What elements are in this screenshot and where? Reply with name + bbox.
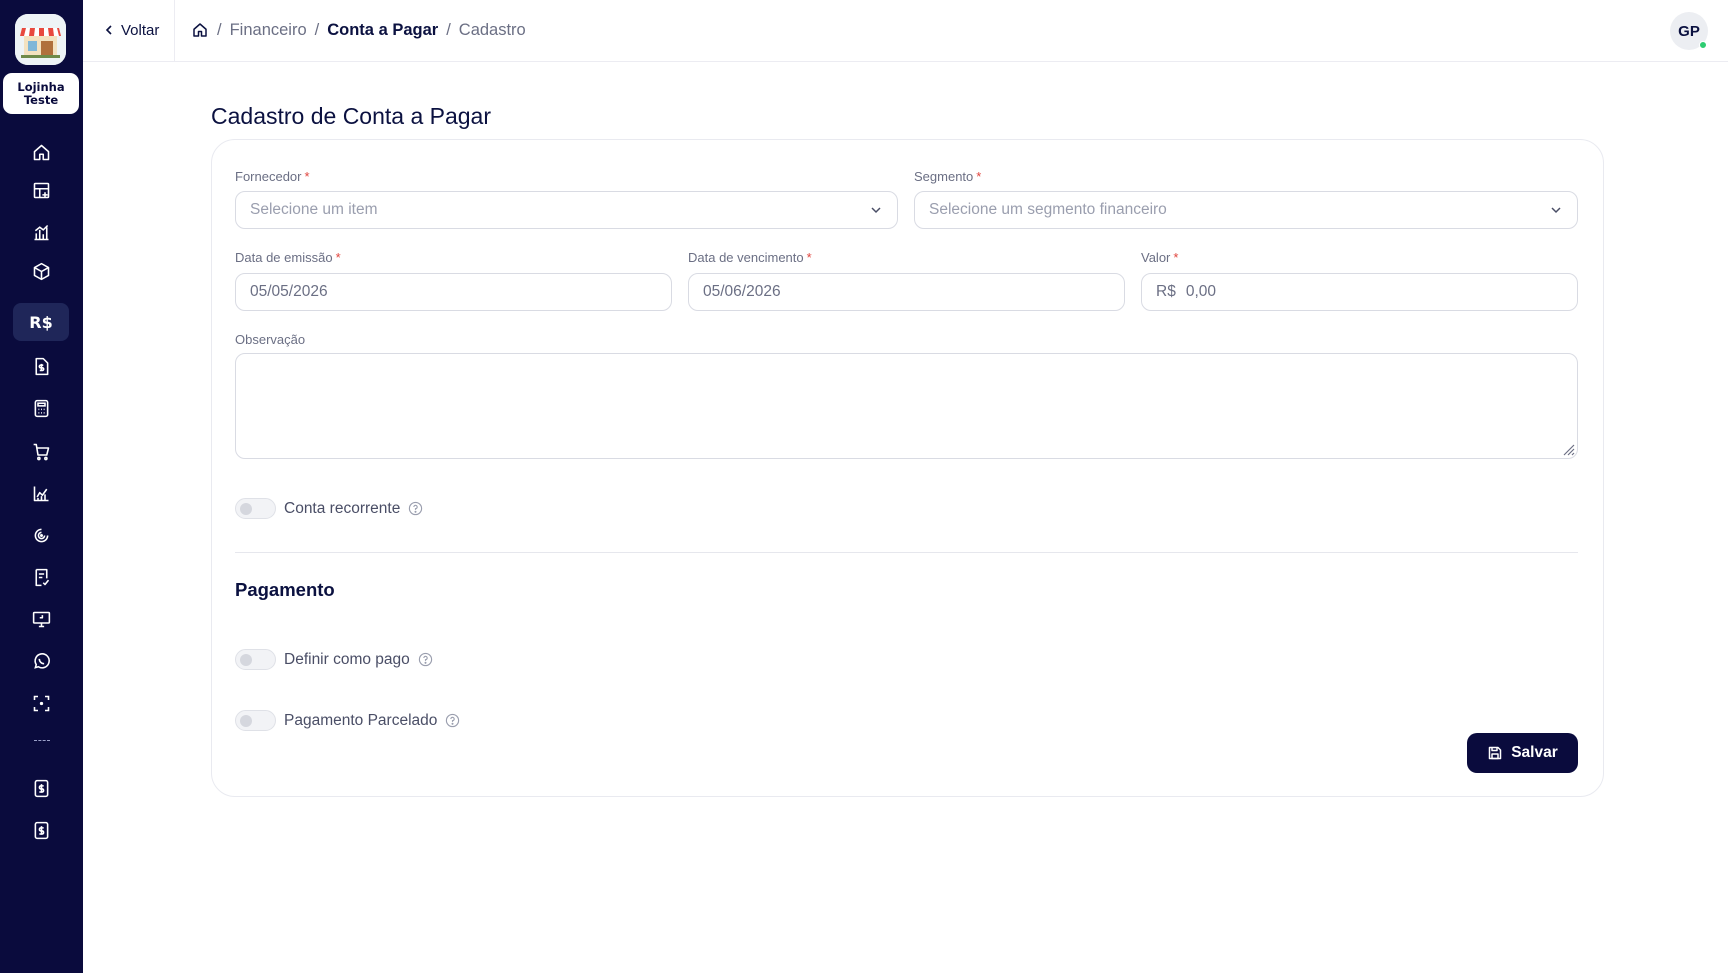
save-button[interactable]: Salvar: [1467, 733, 1578, 773]
avatar[interactable]: GP: [1670, 12, 1708, 50]
dollar-doc-icon: [34, 779, 48, 797]
nav-dollar-doc-alt[interactable]: [13, 811, 69, 849]
page-title: Cadastro de Conta a Pagar: [211, 103, 492, 129]
money-icon: R$: [29, 312, 53, 332]
monitor-icon: [32, 611, 50, 627]
nav-goals[interactable]: [13, 516, 69, 554]
chevron-down-icon: [871, 207, 881, 214]
parcelado-label: Pagamento Parcelado: [284, 711, 438, 729]
resize-grip-icon[interactable]: [1561, 442, 1575, 456]
data-emissao-input[interactable]: 05/05/2026: [235, 273, 672, 311]
data-vencimento-value: 05/06/2026: [703, 283, 781, 300]
help-icon[interactable]: [408, 501, 423, 516]
fornecedor-placeholder: Selecione um item: [250, 201, 378, 218]
nav-calculator[interactable]: [13, 389, 69, 427]
form-card: [211, 139, 1604, 797]
definir-pago-row: Definir como pago: [235, 649, 433, 670]
valor-prefix: R$: [1156, 283, 1176, 300]
nav-separator: [34, 740, 50, 741]
section-divider: [235, 552, 1578, 553]
back-button[interactable]: Voltar: [103, 18, 159, 42]
home-icon[interactable]: [191, 21, 209, 39]
store-name-line2: Teste: [23, 92, 59, 107]
whatsapp-icon: [33, 652, 50, 669]
pagamento-title: Pagamento: [235, 579, 335, 600]
definir-pago-toggle[interactable]: [235, 649, 276, 670]
fornecedor-label: Fornecedor *: [235, 169, 310, 184]
data-vencimento-input[interactable]: 05/06/2026: [688, 273, 1125, 311]
avatar-initials: GP: [1678, 22, 1700, 40]
nav-stats[interactable]: [13, 213, 69, 251]
receipt-icon: [34, 568, 49, 586]
conta-recorrente-label: Conta recorrente: [284, 499, 401, 517]
store-logo[interactable]: [15, 14, 66, 65]
back-label: Voltar: [121, 21, 160, 39]
store-name-line1: Lojinha: [17, 79, 65, 94]
segmento-placeholder: Selecione um segmento financeiro: [929, 201, 1167, 218]
breadcrumb-financeiro[interactable]: Financeiro: [230, 21, 307, 40]
segmento-label: Segmento *: [914, 169, 982, 184]
dashboard-icon: [33, 182, 49, 198]
nav-pdv[interactable]: [13, 600, 69, 638]
data-vencimento-label: Data de vencimento *: [688, 250, 812, 265]
nav-receipts[interactable]: [13, 558, 69, 596]
chevron-left-icon: [105, 25, 112, 35]
invoice-icon: [34, 357, 48, 375]
valor-value: 0,00: [1185, 283, 1216, 300]
cart-icon: [33, 443, 49, 460]
fornecedor-select[interactable]: Selecione um item: [235, 191, 898, 229]
store-name[interactable]: Lojinha Teste: [3, 73, 79, 114]
chevron-down-icon: [1551, 207, 1561, 214]
save-icon: [1488, 746, 1502, 760]
store-icon: [15, 14, 66, 65]
parcelado-toggle[interactable]: [235, 710, 276, 731]
sidebar: Lojinha Teste R$: [0, 0, 83, 973]
calculator-icon: [34, 399, 48, 417]
breadcrumb: / Financeiro / Conta a Pagar / Cadastro: [191, 18, 526, 42]
nav-scan[interactable]: [13, 684, 69, 722]
valor-label: Valor *: [1141, 250, 1179, 265]
segmento-select[interactable]: Selecione um segmento financeiro: [914, 191, 1578, 229]
scan-icon: [33, 695, 49, 711]
nav-dashboard[interactable]: [13, 171, 69, 209]
breadcrumb-cadastro: Cadastro: [458, 20, 526, 39]
data-emissao-value: 05/05/2026: [250, 283, 328, 300]
box-icon: [33, 262, 49, 280]
stats-icon: [34, 224, 48, 240]
help-icon[interactable]: [418, 652, 433, 667]
conta-recorrente-row: Conta recorrente: [235, 498, 423, 519]
topbar: Voltar / Financeiro / Conta a Pagar / Ca…: [83, 0, 1728, 62]
nav-products[interactable]: [13, 252, 69, 290]
data-emissao-label: Data de emissão *: [235, 250, 341, 265]
chart-icon: [33, 486, 48, 501]
nav-reports[interactable]: [13, 474, 69, 512]
observacao-textarea[interactable]: [235, 353, 1578, 459]
definir-pago-label: Definir como pago: [284, 650, 410, 668]
nav-dollar-doc[interactable]: [13, 769, 69, 807]
parcelado-row: Pagamento Parcelado: [235, 710, 460, 731]
breadcrumb-conta-a-pagar[interactable]: Conta a Pagar: [327, 21, 438, 40]
save-label: Salvar: [1511, 744, 1558, 761]
conta-recorrente-toggle[interactable]: [235, 498, 276, 519]
nav-cart[interactable]: [13, 432, 69, 470]
nav-whatsapp[interactable]: [13, 642, 69, 680]
observacao-label: Observação: [235, 332, 306, 347]
online-status-dot: [1699, 41, 1707, 49]
topbar-divider: [174, 0, 175, 62]
dollar-doc-alt-icon: [34, 821, 48, 839]
nav-invoices[interactable]: [13, 347, 69, 385]
home-icon: [33, 144, 49, 160]
nav-home[interactable]: [13, 133, 69, 171]
help-icon[interactable]: [445, 713, 460, 728]
nav-financeiro[interactable]: R$: [13, 303, 69, 341]
valor-input[interactable]: R$ 0,00: [1141, 273, 1578, 311]
target-icon: [34, 528, 48, 542]
